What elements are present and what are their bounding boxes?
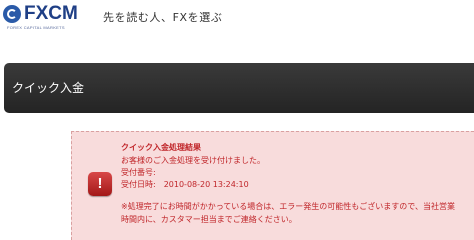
logo-subtext: FOREX CAPITAL MARKETS [7, 25, 65, 30]
logo-text: FXCM [24, 3, 78, 24]
tagline: 先を読む人、FXを選ぶ [103, 11, 223, 24]
result-message-panel: ! クイック入金処理結果 お客様のご入金処理を受け付けました。 受付番号: 受付… [71, 131, 474, 240]
result-title: クイック入金処理結果 [121, 143, 201, 152]
logo-mark-icon [3, 5, 21, 23]
site-header: FXCM FOREX CAPITAL MARKETS 先を読む人、FXを選ぶ [0, 0, 474, 44]
notice-line-2: 時間内に、カスタマー担当までご連絡ください。 [121, 215, 297, 224]
page-title-bar: クイック入金 [4, 63, 474, 113]
exclamation-icon: ! [88, 172, 112, 196]
receipt-number: 受付番号: [121, 168, 156, 177]
fxcm-logo[interactable]: FXCM FOREX CAPITAL MARKETS [3, 3, 91, 33]
receipt-datetime: 受付日時: 2010-08-20 13:24:10 [121, 180, 249, 189]
page-title: クイック入金 [12, 81, 85, 95]
notice-line-1: ※処理完了にお時間がかかっている場合は、エラー発生の可能性もございますので、当社… [121, 202, 455, 211]
result-message: お客様のご入金処理を受け付けました。 [121, 156, 265, 165]
